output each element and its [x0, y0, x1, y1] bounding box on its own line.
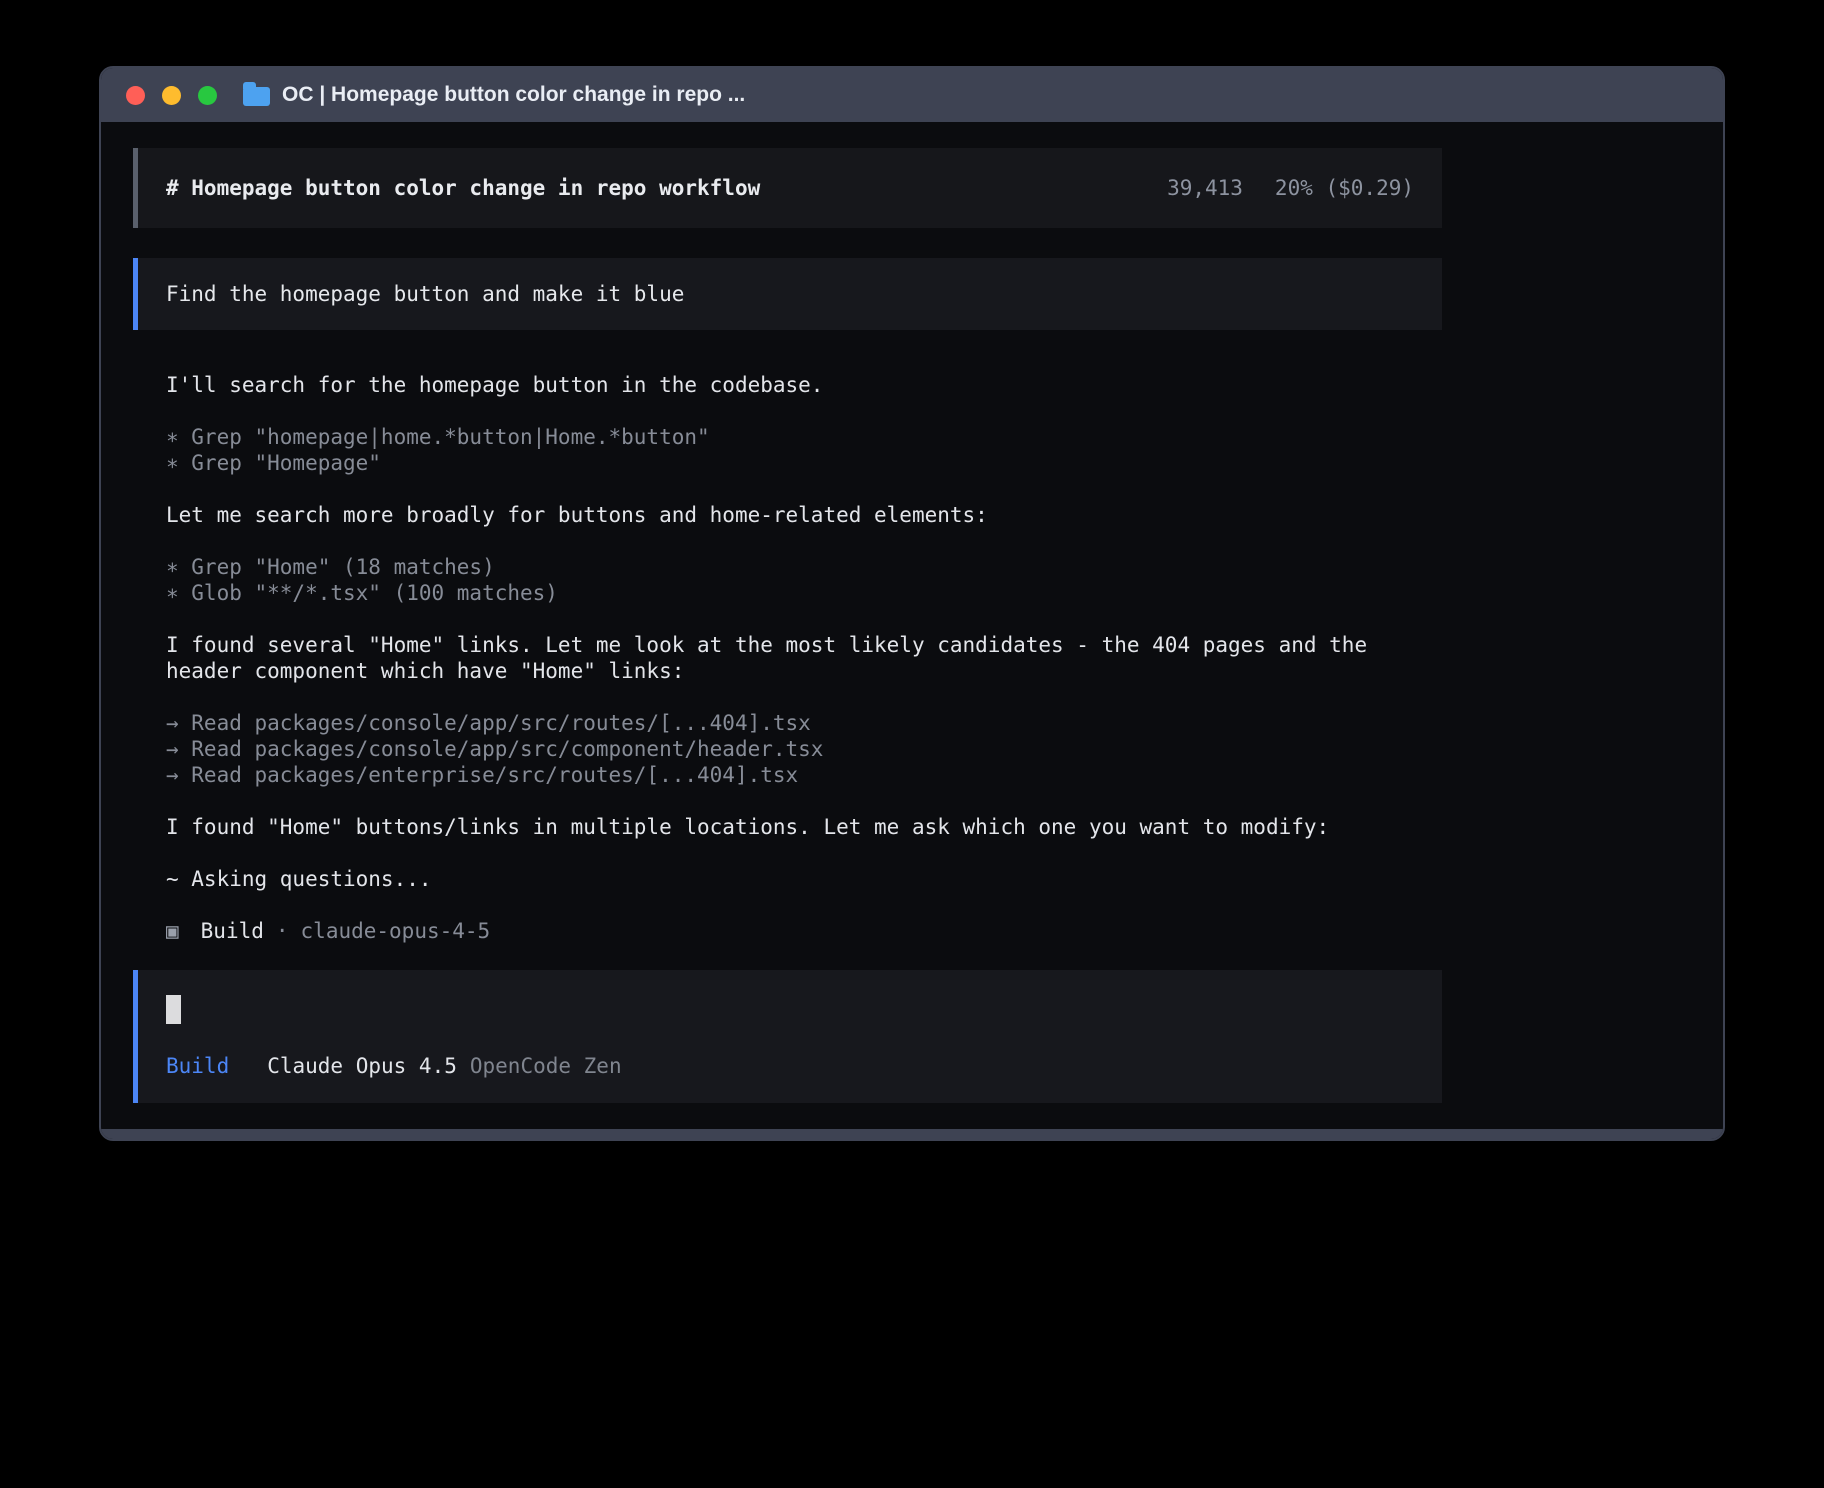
assistant-text: I found "Home" buttons/links in multiple…	[166, 814, 1409, 840]
folder-icon	[243, 87, 270, 106]
prompt-input[interactable]: Build Claude Opus 4.5 OpenCode Zen	[133, 970, 1442, 1103]
window-title: OC | Homepage button color change in rep…	[282, 83, 745, 107]
tool-call-group: ∗ Grep "homepage|home.*button|Home.*butt…	[166, 424, 1409, 476]
user-message: Find the homepage button and make it blu…	[133, 258, 1442, 330]
transcript: I'll search for the homepage button in t…	[133, 372, 1442, 944]
close-button[interactable]	[126, 86, 145, 105]
input-mode-label[interactable]: Build	[166, 1054, 229, 1078]
agent-name: Build	[201, 918, 264, 944]
terminal-window: OC | Homepage button color change in rep…	[99, 66, 1725, 1141]
tool-call-grep: ∗ Grep "Homepage"	[166, 450, 1409, 476]
assistant-text: Let me search more broadly for buttons a…	[166, 502, 1409, 528]
assistant-status: ~ Asking questions...	[166, 866, 1409, 892]
text-cursor	[166, 995, 181, 1024]
token-count: 39,413	[1167, 176, 1243, 200]
agent-separator: ·	[276, 918, 289, 944]
input-meta-row: Build Claude Opus 4.5 OpenCode Zen	[166, 1054, 1414, 1078]
tool-call-read: → Read packages/enterprise/src/routes/[.…	[166, 762, 1409, 788]
tool-call-read: → Read packages/console/app/src/routes/[…	[166, 710, 1409, 736]
session-meta: 39,413 20% ($0.29)	[1167, 176, 1414, 200]
tool-call-grep: ∗ Grep "Home" (18 matches)	[166, 554, 1409, 580]
agent-icon: ▣	[166, 918, 179, 944]
assistant-text: I found several "Home" links. Let me loo…	[166, 632, 1409, 684]
user-message-text: Find the homepage button and make it blu…	[166, 282, 684, 306]
content-column: # Homepage button color change in repo w…	[133, 148, 1442, 1139]
tool-call-group: ∗ Grep "Home" (18 matches) ∗ Glob "**/*.…	[166, 554, 1409, 606]
agent-model: claude-opus-4-5	[301, 918, 491, 944]
tool-call-grep: ∗ Grep "homepage|home.*button|Home.*butt…	[166, 424, 1409, 450]
window-titlebar[interactable]: OC | Homepage button color change in rep…	[101, 68, 1723, 122]
input-model-label[interactable]: Claude Opus 4.5	[267, 1054, 457, 1078]
terminal-body: # Homepage button color change in repo w…	[101, 122, 1723, 1139]
zoom-button[interactable]	[198, 86, 217, 105]
titlebar-title-group: OC | Homepage button color change in rep…	[243, 83, 745, 107]
window-bottom-edge	[101, 1129, 1723, 1139]
tool-call-glob: ∗ Glob "**/*.tsx" (100 matches)	[166, 580, 1409, 606]
session-title: # Homepage button color change in repo w…	[166, 176, 760, 200]
context-usage: 20% ($0.29)	[1275, 176, 1414, 200]
assistant-text: I'll search for the homepage button in t…	[166, 372, 1409, 398]
session-header: # Homepage button color change in repo w…	[133, 148, 1442, 228]
tool-call-group: → Read packages/console/app/src/routes/[…	[166, 710, 1409, 788]
minimize-button[interactable]	[162, 86, 181, 105]
agent-row: ▣ Build · claude-opus-4-5	[166, 918, 1409, 944]
tool-call-read: → Read packages/console/app/src/componen…	[166, 736, 1409, 762]
input-provider-label: OpenCode Zen	[470, 1054, 622, 1078]
window-controls	[126, 86, 217, 105]
